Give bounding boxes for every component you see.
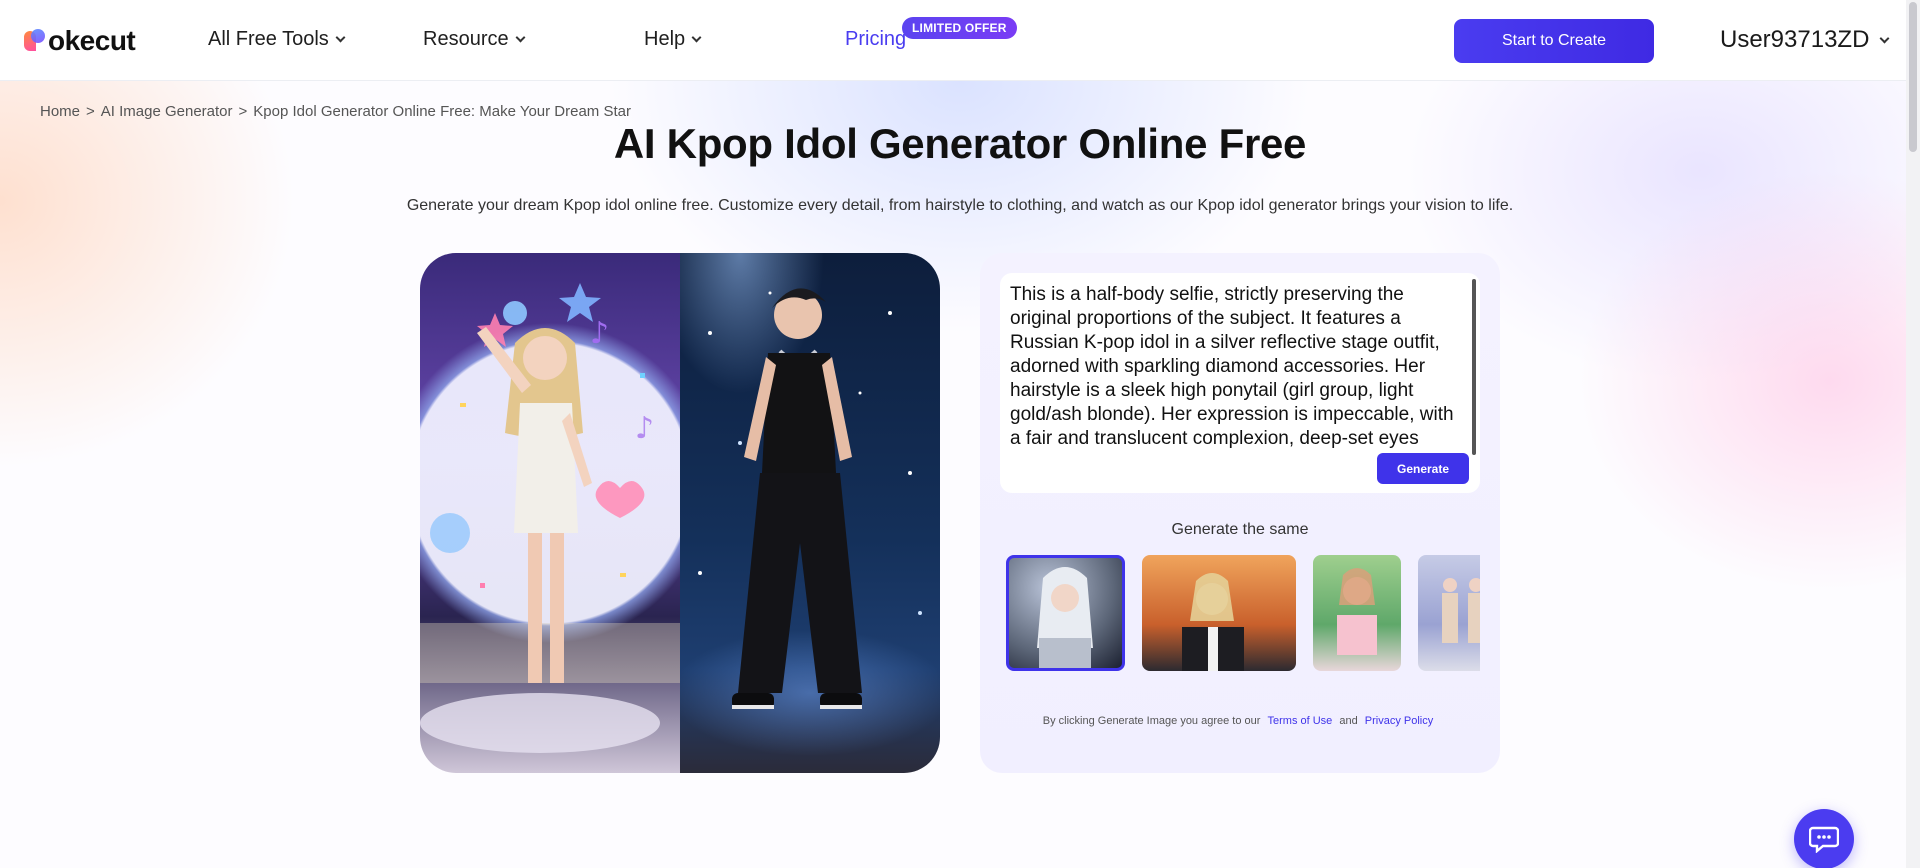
legal-prefix: By clicking Generate Image you agree to … [1042,715,1261,727]
prompt-text[interactable]: This is a half-body selfie, strictly pre… [1010,283,1465,457]
breadcrumb-ai-image-generator[interactable]: AI Image Generator [101,103,233,120]
top-header: okecut All Free Tools Resource Help Pric… [0,0,1920,81]
prompt-textarea[interactable]: This is a half-body selfie, strictly pre… [1000,273,1480,493]
nav-resource-label: Resource [423,28,509,50]
nav-all-free-tools-label: All Free Tools [208,28,329,50]
legal-and: and [1339,715,1358,727]
example-thumbnail-runway[interactable] [1418,555,1480,671]
showcase-image: ♪ ♪ [420,253,940,773]
prompt-scrollbar[interactable] [1472,279,1476,455]
terms-of-use-link[interactable]: Terms of Use [1268,715,1333,727]
user-menu[interactable]: User93713ZD [1720,26,1890,54]
svg-text:♪: ♪ [590,316,609,351]
nav-all-free-tools[interactable]: All Free Tools [208,28,346,51]
example-thumbnail-pink-outfit[interactable] [1313,555,1401,671]
female-idol-image: ♪ ♪ [420,253,680,773]
page-subtitle: Generate your dream Kpop idol online fre… [406,197,1514,214]
legal-notice: By clicking Generate Image you agree to … [980,715,1500,727]
logo-mark-icon [24,29,46,53]
thumbnail-orange-stage-illustration [1182,573,1244,671]
thumbnail-silver-idol-illustration [1037,567,1093,668]
breadcrumb-separator: > [238,103,248,120]
nav-help[interactable]: Help [644,28,702,51]
nav-pricing-label: Pricing [845,28,907,50]
limited-offer-badge: LIMITED OFFER [902,17,1017,39]
start-to-create-button[interactable]: Start to Create [1454,19,1654,63]
breadcrumb-current: Kpop Idol Generator Online Free: Make Yo… [253,103,631,120]
chevron-down-icon [691,32,702,43]
thumbnail-pink-outfit-illustration [1337,568,1377,655]
breadcrumb-separator: > [86,103,95,120]
user-name: User93713ZD [1720,26,1870,53]
example-thumbnail-orange-stage[interactable] [1142,555,1296,671]
male-idol-image [680,253,940,773]
chevron-down-icon [335,32,346,43]
breadcrumb-home[interactable]: Home [40,103,80,120]
privacy-policy-link[interactable]: Privacy Policy [1365,715,1433,727]
female-idol-illustration: ♪ ♪ [420,283,680,753]
generate-button[interactable]: Generate [1377,453,1469,484]
chevron-down-icon [515,32,526,43]
svg-text:♪: ♪ [635,411,654,446]
page-title: AI Kpop Idol Generator Online Free [613,120,1307,167]
nav-help-label: Help [644,28,686,50]
nav-pricing[interactable]: Pricing [845,28,906,51]
breadcrumb: Home > AI Image Generator > Kpop Idol Ge… [40,103,631,120]
nav-resource[interactable]: Resource [423,28,526,51]
example-thumbnails [1006,555,1480,675]
pokecut-logo[interactable]: okecut [24,24,136,58]
chat-support-button[interactable] [1794,809,1854,868]
generator-card: This is a half-body selfie, strictly pre… [980,253,1500,773]
generate-the-same-label: Generate the same [1171,521,1309,538]
example-thumbnail-silver-idol[interactable] [1006,555,1125,671]
logo-text: okecut [48,25,136,56]
male-idol-illustration [698,288,922,709]
chevron-down-icon [1879,33,1890,43]
chat-bubble-icon [1809,826,1839,853]
thumbnail-runway-illustration [1442,578,1480,643]
